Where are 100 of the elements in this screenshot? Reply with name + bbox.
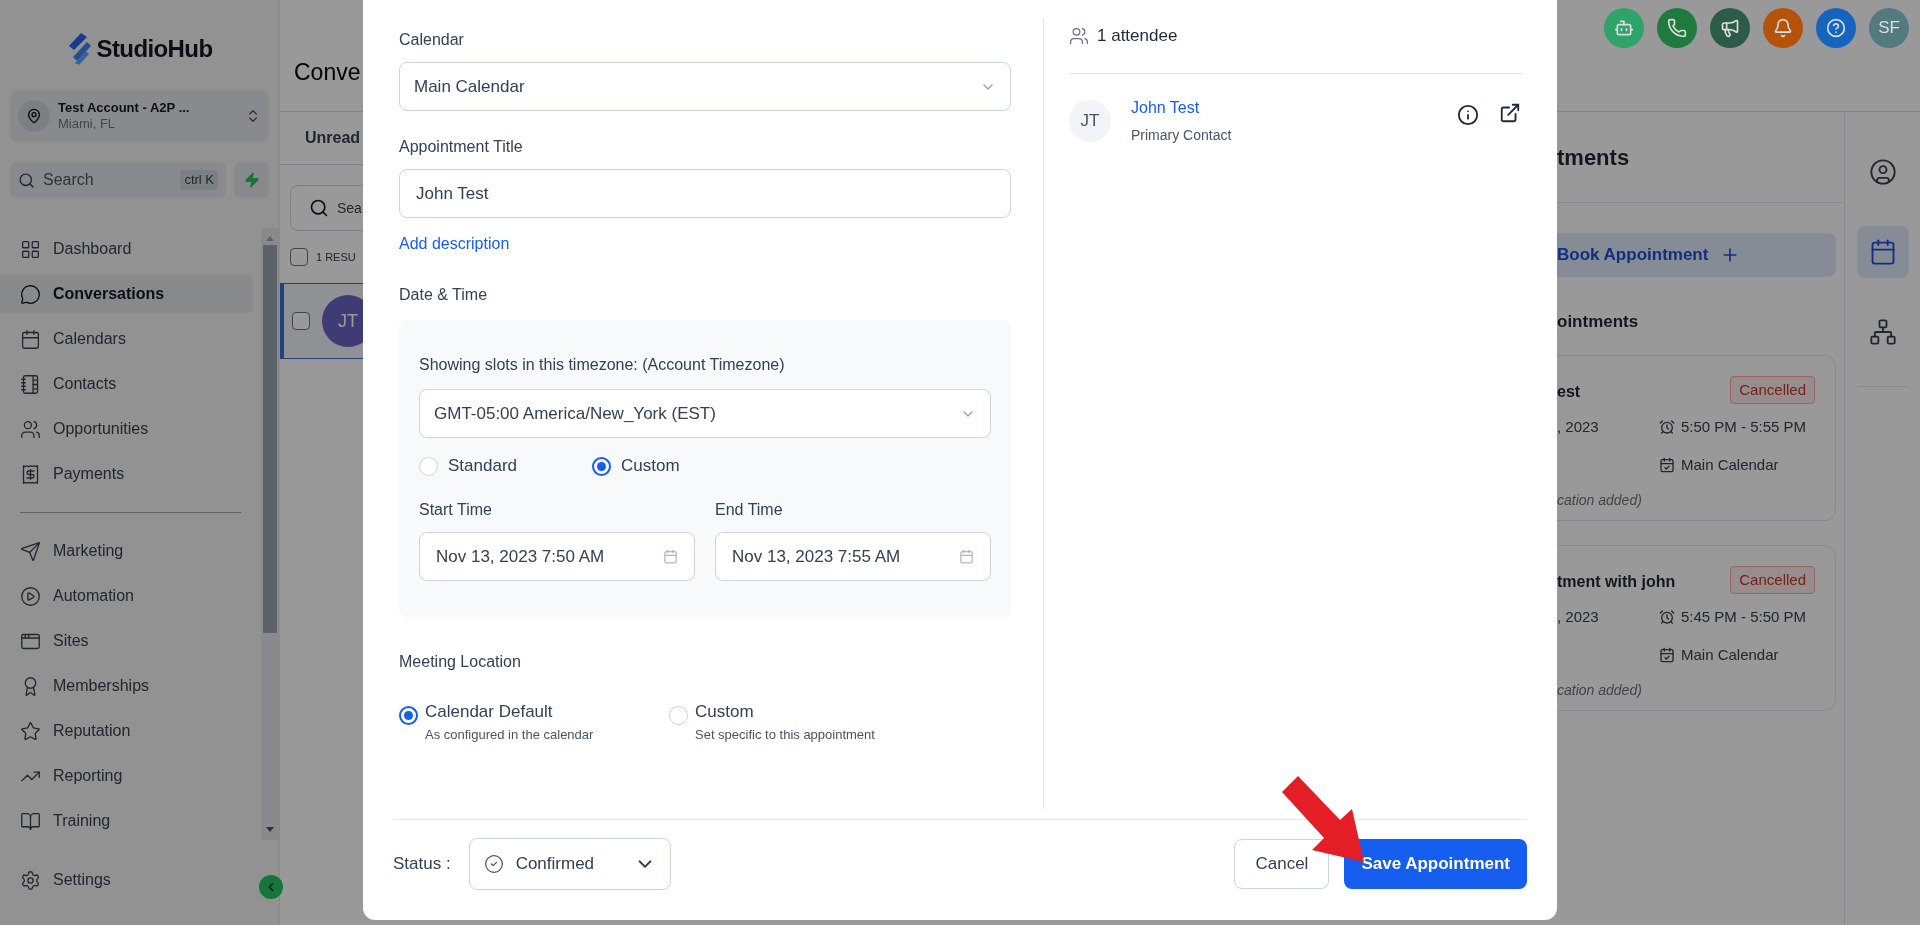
appointment-time: 5:50 PM - 5:55 PM (1681, 416, 1807, 437)
people-icon (1069, 26, 1089, 46)
checkbox[interactable] (290, 248, 308, 266)
status-label: Status : (393, 853, 451, 876)
calendar-icon (1659, 646, 1675, 663)
add-description-link[interactable]: Add description (399, 232, 510, 256)
radio-button[interactable] (592, 456, 611, 476)
logo-icon (66, 33, 93, 65)
notebook-icon (20, 373, 41, 395)
lightning-icon (243, 172, 260, 188)
nav-item[interactable]: Training (0, 802, 253, 840)
attendee-name[interactable]: John Test (1131, 96, 1200, 120)
logo-text: StudioHub (96, 34, 213, 64)
calendar-icon (959, 549, 974, 564)
nav-item[interactable]: Marketing (0, 532, 253, 570)
nav-item[interactable]: Reporting (0, 757, 253, 795)
timezone-label: Showing slots in this timezone: (Account Timezone) (419, 355, 786, 375)
bell-icon[interactable] (1763, 8, 1803, 48)
appointment-card[interactable]: tment with john Cancelled , 2023 5:45 PM - 5:50 PM Main Calendar cation added) (1557, 544, 1836, 711)
book-icon (20, 810, 41, 832)
calendar-select[interactable]: Main Calendar (399, 62, 1011, 111)
chat-bubble-icon (20, 283, 41, 305)
field-label: Start Time (419, 500, 493, 520)
page-title: Conve (294, 57, 361, 87)
robot-icon[interactable] (1604, 8, 1644, 48)
settings-icon (20, 869, 41, 891)
collapse-button[interactable] (259, 875, 283, 899)
radio-label[interactable]: Custom (621, 453, 680, 479)
appointment-date: , 2023 (1557, 606, 1599, 627)
star-icon (20, 720, 41, 742)
shortcut-hint: ctrl K (180, 170, 218, 190)
date-time-input[interactable]: Nov 13, 2023 7:50 AM (419, 532, 695, 581)
help-icon[interactable] (1816, 8, 1856, 48)
calendar-icon[interactable] (1856, 226, 1909, 278)
calendar-icon (663, 549, 678, 564)
title-input[interactable]: John Test (399, 169, 1011, 218)
nav-item[interactable]: Automation (0, 577, 253, 615)
nav-item[interactable]: Conversations (0, 275, 253, 313)
nav-item[interactable]: Sites (0, 622, 253, 660)
status-badge: Cancelled (1730, 565, 1815, 594)
account-switcher[interactable]: Test Account - A2P ... Miami, FL (10, 90, 269, 142)
checkbox[interactable] (292, 312, 310, 330)
date-time-input[interactable]: Nov 13, 2023 7:55 AM (715, 532, 991, 581)
option-description: As configured in the calendar (425, 725, 594, 744)
appointment-title: tment with john (1557, 571, 1676, 592)
search-icon (18, 171, 35, 189)
filter-tab[interactable]: Unread (305, 126, 361, 150)
panel-title: tments (1557, 143, 1630, 172)
location-pin-icon (18, 100, 50, 132)
nav-item[interactable]: Payments (0, 455, 253, 493)
section-title: ointments (1557, 311, 1640, 333)
location-note: cation added) (1557, 490, 1642, 510)
nav-item[interactable]: Calendars (0, 320, 253, 358)
megaphone-icon[interactable] (1710, 8, 1750, 48)
attendee-avatar: JT (1069, 100, 1111, 142)
appointment-title: est (1557, 381, 1581, 402)
section-label: Meeting Location (399, 652, 522, 672)
field-label: End Time (715, 500, 784, 520)
option-title[interactable]: Custom (695, 699, 875, 725)
book-appointment-button[interactable]: Book Appointment (1557, 233, 1836, 277)
attendee-count: 1 attendee (1097, 25, 1178, 48)
calendar-icon (20, 328, 41, 350)
settings-link[interactable]: Settings (53, 868, 111, 892)
status-select[interactable]: Confirmed (468, 838, 671, 890)
nav-item[interactable]: Contacts (0, 365, 253, 403)
option-description: Set specific to this appointment (695, 725, 875, 744)
account-location: Miami, FL (58, 116, 117, 133)
calendar-name: Main Calendar (1681, 644, 1779, 665)
calendar-icon (1659, 456, 1675, 473)
user-avatar[interactable]: SF (1869, 8, 1909, 48)
info-icon[interactable] (1457, 104, 1479, 126)
scrollbar[interactable] (261, 228, 279, 840)
phone-icon[interactable] (1657, 8, 1697, 48)
calendar-name: Main Calendar (1681, 454, 1779, 475)
search-field[interactable]: Search ctrl K (10, 162, 226, 198)
field-label: Appointment Title (399, 137, 524, 157)
nav-item[interactable]: Dashboard (0, 230, 253, 268)
field-label: Calendar (399, 30, 465, 50)
appointment-date: , 2023 (1557, 416, 1599, 437)
save-button[interactable]: Save Appointment (1344, 839, 1527, 889)
attendee-role: Primary Contact (1131, 126, 1233, 145)
grid-icon (20, 238, 41, 260)
open-external-icon[interactable] (1499, 102, 1521, 124)
radio-label[interactable]: Standard (448, 453, 517, 479)
check-circle-icon (483, 854, 504, 874)
appointment-card[interactable]: est Cancelled , 2023 5:50 PM - 5:55 PM Main Calendar cation added) (1557, 354, 1836, 521)
cancel-button[interactable]: Cancel (1234, 839, 1330, 889)
option-title[interactable]: Calendar Default (425, 699, 594, 725)
paper-plane-icon (20, 540, 41, 562)
account-name: Test Account - A2P ... (58, 99, 191, 116)
radio-button[interactable] (399, 706, 418, 725)
location-note: cation added) (1557, 680, 1642, 700)
nav-item[interactable]: Opportunities (0, 410, 253, 448)
status-badge: Cancelled (1730, 375, 1815, 404)
receipt-icon (20, 463, 41, 485)
section-label: Date & Time (399, 285, 489, 305)
nav-item[interactable]: Memberships (0, 667, 253, 705)
appointment-time: 5:45 PM - 5:50 PM (1681, 606, 1807, 627)
timezone-select[interactable]: GMT-05:00 America/New_York (EST) (419, 389, 991, 438)
nav-item[interactable]: Reputation (0, 712, 253, 750)
